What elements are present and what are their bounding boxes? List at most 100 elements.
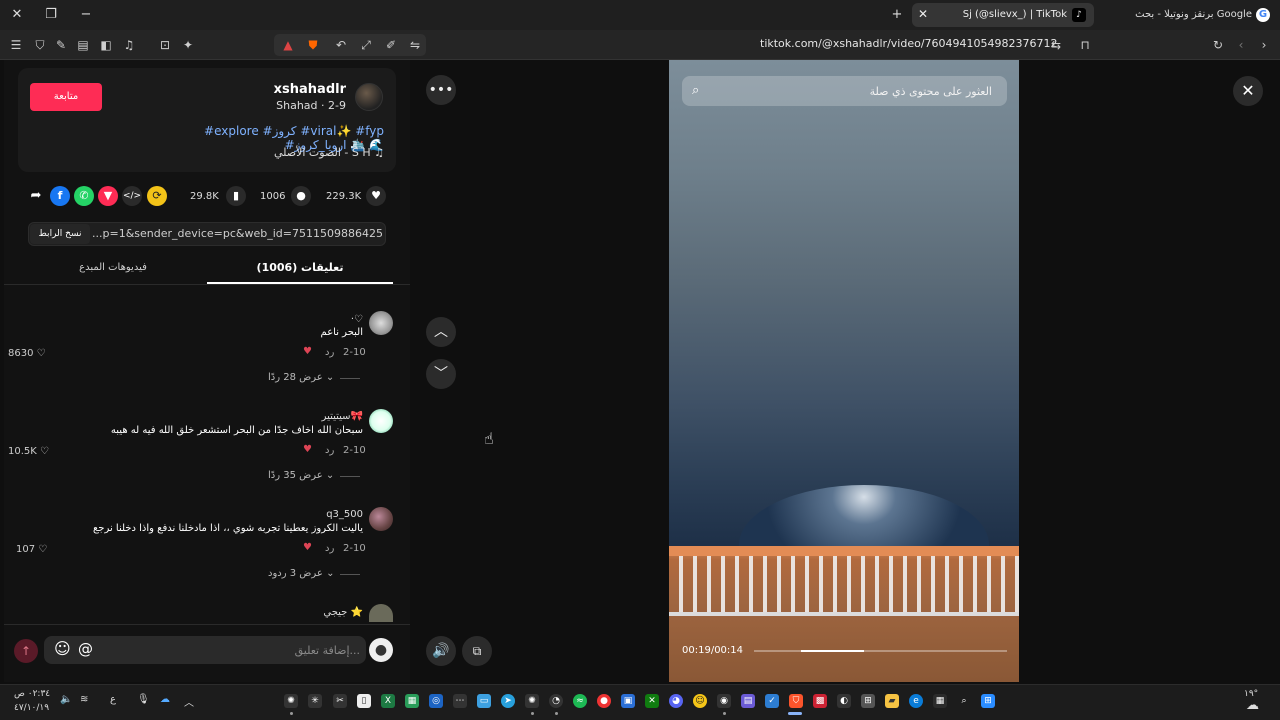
app-icon-file-explorer[interactable]: ▰ xyxy=(885,694,899,708)
minimize-window-icon[interactable]: − xyxy=(78,7,94,23)
view-replies-button[interactable]: عرض 35 ردًا ⌄ xyxy=(268,470,334,481)
tab-creator-videos[interactable]: فيديوهات المبدع xyxy=(20,262,206,273)
comment-avatar[interactable] xyxy=(369,604,393,622)
sidebar-icon[interactable]: ◧ xyxy=(99,38,113,52)
app-icon-app20[interactable]: ▤ xyxy=(741,694,755,708)
comment-avatar[interactable] xyxy=(369,311,393,335)
reply-button[interactable]: رد xyxy=(325,543,334,554)
app-icon-app18[interactable]: ☺ xyxy=(693,694,707,708)
mention-icon[interactable]: @ xyxy=(78,640,93,658)
onedrive-icon[interactable]: ☁ xyxy=(160,694,170,705)
tab-google-search[interactable]: برنقز ونوتيلا - بحث Google G xyxy=(1100,3,1278,27)
send-comment-button[interactable]: ↑ xyxy=(14,639,38,663)
close-icon[interactable]: ✕ xyxy=(1233,76,1263,106)
back-arrow-icon[interactable]: ↶ xyxy=(334,38,348,52)
shield-icon[interactable]: ⛉ xyxy=(33,38,47,52)
clock-time[interactable]: ٠٢:٣٤ ص xyxy=(14,689,50,699)
weather-cloud-icon[interactable]: ☁ xyxy=(1246,698,1259,713)
floating-player-button[interactable]: ⧉ xyxy=(462,636,492,666)
comment-username[interactable]: جيجي ⭐ xyxy=(323,607,363,618)
send-friend-icon[interactable]: ▼ xyxy=(98,186,118,206)
forward-icon[interactable]: › xyxy=(1257,38,1271,52)
app-icon-app21[interactable]: ✓ xyxy=(765,694,779,708)
app-icon-app15[interactable]: ▣ xyxy=(621,694,635,708)
save-icon[interactable]: ▮ xyxy=(226,186,246,206)
pen-icon[interactable]: ✐ xyxy=(384,38,398,52)
app-icon-app23[interactable]: ▩ xyxy=(813,694,827,708)
author-avatar[interactable] xyxy=(355,83,383,111)
previous-video-button[interactable]: ︿ xyxy=(426,317,456,347)
new-tab-button[interactable]: + xyxy=(889,7,905,23)
back-icon[interactable]: ‹ xyxy=(1234,38,1248,52)
comment-like-count[interactable]: 107 ♡ xyxy=(16,544,62,555)
comment-username[interactable]: سيتيتير🎀 xyxy=(322,411,363,422)
menu-icon[interactable]: ☰ xyxy=(9,38,23,52)
reply-button[interactable]: رد xyxy=(325,445,334,456)
app-icon-sheets[interactable]: ▦ xyxy=(405,694,419,708)
app-icon-app24[interactable]: ◐ xyxy=(837,694,851,708)
start-button-icon[interactable]: ⊞ xyxy=(981,694,995,708)
music-icon[interactable]: ♫ xyxy=(122,38,136,52)
close-tab-icon[interactable]: ✕ xyxy=(918,7,928,21)
reply-button[interactable]: رد xyxy=(325,347,334,358)
language-indicator[interactable]: ع xyxy=(110,694,116,705)
music-label[interactable]: الصوت الأصلي - S H ♫ xyxy=(200,146,384,159)
app-icon-xbox[interactable]: ✕ xyxy=(645,694,659,708)
warning-icon[interactable]: ▲ xyxy=(281,38,295,52)
app-icon-telegram[interactable]: ➤ xyxy=(501,694,515,708)
comment-username[interactable]: ·♡ xyxy=(351,314,363,325)
app-icon-perplexity[interactable]: ✳ xyxy=(308,694,322,708)
comment-like-count[interactable]: 8630 ♡ xyxy=(8,348,54,359)
share-link-text[interactable]: ...p=1&sender_device=pc&web_id=751150988… xyxy=(92,227,382,240)
app-icon-store[interactable]: ⊞ xyxy=(861,694,875,708)
reader-icon[interactable]: ▤ xyxy=(76,38,90,52)
comment-avatar[interactable] xyxy=(369,507,393,531)
wifi-icon[interactable]: ≋ xyxy=(80,694,88,705)
tab-comments[interactable]: تعليقات (1006) xyxy=(207,261,393,274)
reload-icon[interactable]: ↻ xyxy=(1211,38,1225,52)
repost-icon[interactable]: ⟳ xyxy=(147,186,167,206)
app-icon-spotify[interactable]: ≈ xyxy=(573,694,587,708)
next-video-button[interactable]: ﹀ xyxy=(426,359,456,389)
bookmark-icon[interactable]: ⊓ xyxy=(1078,38,1092,52)
app-icon-brave[interactable]: ⛉ xyxy=(789,694,803,708)
translate-icon[interactable]: ⇋ xyxy=(408,38,422,52)
app-icon-edge[interactable]: e xyxy=(909,694,923,708)
follow-button[interactable]: متابعة xyxy=(30,83,102,111)
emoji-icon[interactable]: ☺ xyxy=(54,639,71,658)
app-icon-chatgpt[interactable]: ✺ xyxy=(284,694,298,708)
address-bar-url[interactable]: tiktok.com/@xshahadlr/video/760494105498… xyxy=(760,37,1058,53)
more-options-button[interactable]: ••• xyxy=(426,75,456,105)
share-arrow-icon[interactable]: ➦ xyxy=(26,186,46,206)
brave-shield-icon[interactable]: ⛊ xyxy=(306,38,320,52)
microphone-icon[interactable]: 🎙 xyxy=(137,694,150,705)
taskbar-search-icon[interactable]: ⌕ xyxy=(957,694,971,708)
view-replies-button[interactable]: عرض 3 ردود ⌄ xyxy=(268,568,334,579)
view-replies-button[interactable]: عرض 28 ردًا ⌄ xyxy=(268,372,334,383)
video-player[interactable] xyxy=(669,60,1019,682)
tray-overflow-icon[interactable]: ︿ xyxy=(184,694,194,709)
search-icon[interactable]: ⌕ xyxy=(692,83,708,99)
related-search-input[interactable] xyxy=(722,83,992,99)
app-icon-app19[interactable]: ◉ xyxy=(717,694,731,708)
volume-button[interactable]: 🔊 xyxy=(426,636,456,666)
author-username[interactable]: xshahadlr xyxy=(200,82,346,97)
app-icon-app28[interactable]: ▦ xyxy=(933,694,947,708)
facebook-icon[interactable]: f xyxy=(50,186,70,206)
app-icon-app8[interactable]: ⋯ xyxy=(453,694,467,708)
close-window-icon[interactable]: ✕ xyxy=(9,7,25,23)
clock-date[interactable]: ٤٧/١٠/١٩ xyxy=(14,703,49,713)
extensions-icon[interactable]: ✦ xyxy=(181,38,195,52)
share-link-icon[interactable]: ⇆ xyxy=(1049,38,1063,52)
comment-like-count[interactable]: 10.5K ♡ xyxy=(8,446,54,457)
app-icon-app14[interactable]: ● xyxy=(597,694,611,708)
tab-tiktok[interactable]: ✕ Sj (@slievx_) | TikTok ♪ xyxy=(912,3,1094,27)
restore-window-icon[interactable]: ❐ xyxy=(43,7,59,23)
comment-icon[interactable]: ● xyxy=(291,186,311,206)
app-icon-capcut[interactable]: ✂ xyxy=(333,694,347,708)
app-icon-discord[interactable]: ◕ xyxy=(669,694,683,708)
comment-avatar[interactable] xyxy=(369,409,393,433)
video-progress-track[interactable] xyxy=(754,650,1007,652)
user-avatar[interactable]: ● xyxy=(369,638,393,662)
comment-input[interactable] xyxy=(104,642,360,658)
